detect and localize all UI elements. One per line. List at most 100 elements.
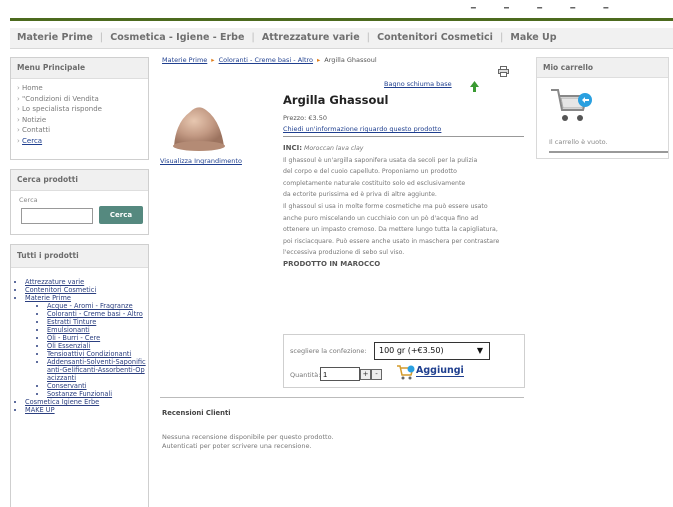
subcategory-item[interactable]: Sostanze Funzionali — [47, 390, 148, 398]
description-line: del corpo e del cuoio capelluto. Proponi… — [283, 168, 457, 176]
menu-item-specialista[interactable]: Lo specialista risponde — [17, 104, 148, 115]
next-arrow-icon[interactable] — [470, 77, 479, 96]
subcategory-item[interactable]: Tensioattivi Condizionanti — [47, 350, 148, 358]
breadcrumb-current: Argilla Ghassoul — [324, 56, 377, 64]
product-origin: PRODOTTO IN MAROCCO — [283, 259, 381, 268]
quantity-input[interactable] — [320, 367, 360, 381]
subcategory-item[interactable]: Emulsionanti — [47, 326, 148, 334]
header-line — [10, 18, 673, 21]
subcategory-label: Addensanti-Solventi-Saponificanti-Gelifi… — [47, 358, 146, 382]
search-label: Cerca — [19, 196, 38, 204]
package-select[interactable]: 100 gr (+€3.50) ▼ — [374, 342, 490, 360]
related-product-link[interactable]: Bagno schiuma base — [384, 80, 452, 88]
inci-label: INCI: — [283, 144, 303, 152]
add-to-cart-button[interactable]: Aggiungi — [396, 363, 488, 381]
subcategory-item[interactable]: Oli - Burri - Cere — [47, 334, 148, 342]
breadcrumb-arrow-icon: ▸ — [211, 56, 215, 64]
subcategory-item[interactable]: Estratti Tinture — [47, 318, 148, 326]
menu-list: Home "Condizioni di Vendita Lo specialis… — [17, 83, 148, 146]
package-select-value: 100 gr (+€3.50) — [379, 346, 444, 355]
description-line: l'eccessiva produzione di sebo sul viso. — [283, 249, 405, 257]
nav-attrezzature[interactable]: Attrezzature varie — [255, 28, 367, 48]
category-item[interactable]: Attrezzature varie — [25, 278, 148, 286]
subcategory-label: Sostanze Funzionali — [47, 390, 113, 398]
category-label: Attrezzature varie — [25, 278, 85, 286]
enlarge-link-label: Visualizza Ingrandimento — [160, 157, 242, 165]
menu-item-cerca-label: Cerca — [22, 136, 43, 145]
breadcrumb-arrow-icon: ▸ — [317, 56, 321, 64]
product-image[interactable] — [168, 100, 230, 152]
menu-box: Menu Principale Home "Condizioni di Vend… — [10, 57, 149, 160]
product-description: INCI: Moroccan lava clay Il ghassoul è u… — [283, 143, 528, 271]
divider — [283, 136, 524, 137]
ask-info-link[interactable]: Chiedi un'informazione riguardo questo p… — [283, 125, 441, 133]
nav-contenitori[interactable]: Contenitori Cosmetici — [370, 28, 500, 48]
cart-box: Mio carrello Il carrello è vuoto. — [536, 57, 669, 159]
menu-item-condizioni[interactable]: "Condizioni di Vendita — [17, 94, 148, 105]
reviews-empty: Nessuna recensione disponibile per quest… — [162, 433, 334, 441]
breadcrumb: Materie Prime ▸ Coloranti - Creme basi - A… — [162, 56, 377, 64]
menu-item-home[interactable]: Home — [17, 83, 148, 94]
subcategory-list: Acque - Aromi - Fragranze Coloranti - Cr… — [25, 302, 148, 398]
order-form: scegliere la confezione: 100 gr (+€3.50)… — [283, 334, 525, 388]
category-label: Materie Prime — [25, 294, 71, 302]
search-box: Cerca prodotti Cerca Cerca — [10, 169, 149, 235]
package-label: scegliere la confezione: — [290, 347, 367, 355]
menu-item-cerca[interactable]: Cerca — [17, 136, 148, 147]
breadcrumb-item[interactable]: Materie Prime — [162, 56, 207, 64]
description-line: Il ghassoul si usa in molte forme cosmet… — [283, 202, 488, 210]
category-item[interactable]: Contenitori Cosmetici — [25, 286, 148, 294]
add-to-cart-label: Aggiungi — [416, 365, 464, 377]
menu-item-notizie[interactable]: Notizie — [17, 115, 148, 126]
header-decoration: - - - - - — [470, 0, 620, 18]
category-item[interactable]: Cosmetica Igiene Erbe — [25, 398, 148, 406]
reviews-login-hint: Autenticati per poter scrivere una recen… — [162, 442, 312, 450]
subcategory-label: Emulsionanti — [47, 326, 90, 334]
quantity-increase-button[interactable]: + — [360, 369, 371, 380]
cart-title: Mio carrello — [537, 58, 668, 78]
category-item[interactable]: MAKE UP — [25, 406, 148, 414]
menu-item-contatti[interactable]: Contatti — [17, 125, 148, 136]
description-line: Il ghassoul è un'argilla saponifera usat… — [283, 156, 478, 164]
subcategory-label: Coloranti - Creme basi - Altro — [47, 310, 143, 318]
reviews-title: Recensioni Clienti — [162, 409, 231, 417]
cart-empty-message: Il carrello è vuoto. — [549, 138, 608, 146]
subcategory-item[interactable]: Addensanti-Solventi-Saponificanti-Gelifi… — [47, 358, 148, 382]
header-band: - - - - - — [0, 0, 673, 24]
subcategory-item[interactable]: Oli Essenziali — [47, 342, 148, 350]
category-item[interactable]: Materie Prime Acque - Aromi - Fragranze … — [25, 294, 148, 398]
breadcrumb-item[interactable]: Coloranti - Creme basi - Altro — [219, 56, 313, 64]
product-title: Argilla Ghassoul — [283, 93, 389, 107]
subcategory-item[interactable]: Conservanti — [47, 382, 148, 390]
description-line: anche puro miscelando un cucchiaio con u… — [283, 214, 479, 222]
subcategory-label: Estratti Tinture — [47, 318, 97, 326]
cart-divider — [549, 151, 668, 153]
category-tree: Attrezzature varie Contenitori Cosmetici… — [25, 278, 148, 414]
search-input[interactable] — [21, 208, 93, 224]
subcategory-label: Tensioattivi Condizionanti — [47, 350, 132, 358]
all-products-box: Tutti i prodotti Attrezzature varie Cont… — [10, 244, 149, 507]
print-icon[interactable] — [498, 62, 509, 81]
enlarge-link[interactable]: Visualizza Ingrandimento — [160, 157, 242, 165]
all-products-title: Tutti i prodotti — [11, 245, 148, 268]
inci-row: INCI: Moroccan lava clay — [283, 143, 528, 155]
quantity-label: Quantità: — [290, 371, 321, 379]
quantity-decrease-button[interactable]: - — [371, 369, 382, 380]
product-price: Prezzo: €3.50 — [283, 114, 327, 122]
category-label: Contenitori Cosmetici — [25, 286, 97, 294]
nav-make-up[interactable]: Make Up — [503, 28, 563, 48]
subcategory-item[interactable]: Acque - Aromi - Fragranze — [47, 302, 148, 310]
nav-materie-prime[interactable]: Materie Prime — [10, 28, 100, 48]
subcategory-label: Conservanti — [47, 382, 87, 390]
chevron-down-icon: ▼ — [476, 346, 483, 355]
search-title: Cerca prodotti — [11, 170, 148, 191]
category-label: MAKE UP — [25, 406, 55, 414]
description-line: poi risciacquare. Può essere anche usato… — [283, 237, 500, 245]
description-line: da ectorite purissima ed è priva di altr… — [283, 191, 437, 199]
subcategory-label: Oli Essenziali — [47, 342, 91, 350]
subcategory-item[interactable]: Coloranti - Creme basi - Altro — [47, 310, 148, 318]
subcategory-label: Oli - Burri - Cere — [47, 334, 101, 342]
category-label: Cosmetica Igiene Erbe — [25, 398, 100, 406]
search-button[interactable]: Cerca — [99, 206, 143, 224]
nav-cosmetica[interactable]: Cosmetica - Igiene - Erbe — [103, 28, 251, 48]
